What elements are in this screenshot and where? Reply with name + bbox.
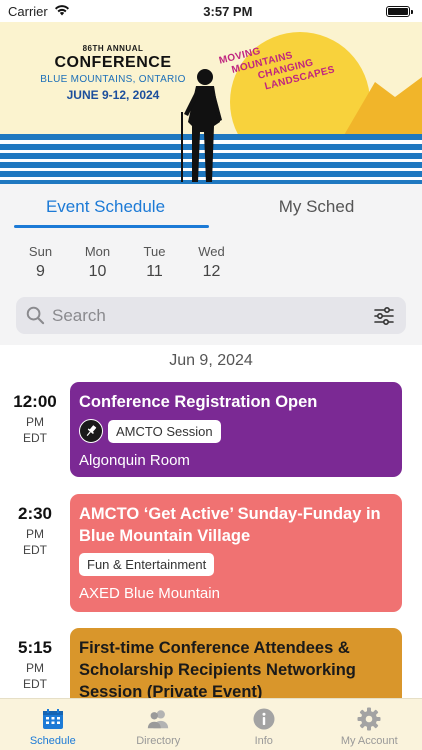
event-time-ampm: PM [26,415,44,429]
gear-icon [357,707,381,731]
day-number: 11 [146,263,163,280]
day-selector: Sun 9 Mon 10 Tue 11 Wed 12 [0,230,422,288]
event-time-ampm: PM [26,661,44,675]
day-name: Wed [198,244,225,259]
tabbar-schedule[interactable]: Schedule [0,699,106,750]
event-title: First-time Conference Attendees & Schola… [79,639,356,701]
banner-dates: JUNE 9-12, 2024 [66,88,160,102]
search-placeholder: Search [52,305,106,325]
event-time-ampm: PM [26,527,44,541]
event-row: 12:00 PM EDT Conference Registration Ope… [0,382,422,477]
schedule-tabs: Event Schedule My Sched [0,184,422,230]
event-card[interactable]: Conference Registration Open AMCTO Sessi… [70,382,402,477]
event-tag: Fun & Entertainment [79,553,215,576]
tabbar-info[interactable]: Info [211,699,317,750]
event-time-value: 5:15 [17,638,53,657]
carrier-group: Carrier [8,4,70,19]
event-title: AMCTO ‘Get Active’ Sunday-Funday in Blue… [79,505,381,545]
calendar-icon [41,707,65,731]
day-number: 12 [202,263,221,280]
people-icon [146,707,170,731]
carrier-label: Carrier [8,3,48,19]
event-time-value: 2:30 [17,504,53,523]
tabbar-label: Directory [136,735,181,747]
banner-annual: 86TH ANNUAL [82,44,144,53]
pin-icon [79,419,103,443]
day-number: 9 [36,263,45,280]
day-item-tue[interactable]: Tue 11 [126,230,183,288]
banner-text-block: 86TH ANNUAL CONFERENCE BLUE MOUNTAINS, O… [38,44,188,102]
tab-event-schedule[interactable]: Event Schedule [0,184,211,230]
event-time: 5:15 PM EDT [0,628,70,708]
conference-banner: 86TH ANNUAL CONFERENCE BLUE MOUNTAINS, O… [0,22,422,184]
event-tag: AMCTO Session [108,419,221,443]
wifi-icon [54,4,70,19]
search-container: Search [0,288,422,345]
day-item-sun[interactable]: Sun 9 [12,230,69,288]
event-location: AXED Blue Mountain [79,585,220,602]
info-icon [252,707,276,731]
banner-title: CONFERENCE [54,54,172,71]
event-time-zone: EDT [23,431,47,445]
tabbar-label: Schedule [29,735,76,747]
battery-icon [386,5,413,17]
search-icon [26,306,46,326]
event-tags: Fun & Entertainment [79,553,392,576]
filter-icon[interactable] [374,305,396,327]
event-time-zone: EDT [23,677,47,691]
tab-my-sched[interactable]: My Sched [211,184,422,230]
event-row: 5:15 PM EDT First-time Conference Attend… [0,628,422,708]
day-name: Tue [143,244,166,259]
tabbar-my-account[interactable]: My Account [317,699,422,750]
day-name: Sun [28,244,53,259]
event-tags: AMCTO Session [79,419,392,443]
event-title: Conference Registration Open [79,393,318,411]
event-time: 12:00 PM EDT [0,382,70,477]
search-input[interactable]: Search [16,297,406,334]
clock-time: 3:57 PM [203,3,253,19]
date-header: Jun 9, 2024 [169,352,253,369]
status-bar: Carrier 3:57 PM [0,0,422,22]
event-card[interactable]: AMCTO ‘Get Active’ Sunday-Funday in Blue… [70,494,402,612]
event-time-zone: EDT [23,543,47,557]
day-item-wed[interactable]: Wed 12 [183,230,240,288]
event-time-value: 12:00 [13,392,57,411]
tabbar-label: My Account [340,735,398,747]
tabbar-label: Info [254,735,273,747]
event-row: 2:30 PM EDT AMCTO ‘Get Active’ Sunday-Fu… [0,494,422,612]
event-location: Algonquin Room [79,452,190,469]
banner-location: BLUE MOUNTAINS, ONTARIO [40,74,186,85]
bottom-tab-bar: Schedule Directory Info My Account [0,698,422,750]
tabbar-directory[interactable]: Directory [106,699,212,750]
day-name: Mon [84,244,111,259]
event-card[interactable]: First-time Conference Attendees & Schola… [70,628,402,708]
day-item-mon[interactable]: Mon 10 [69,230,126,288]
event-time: 2:30 PM EDT [0,494,70,612]
day-number: 10 [88,263,107,280]
